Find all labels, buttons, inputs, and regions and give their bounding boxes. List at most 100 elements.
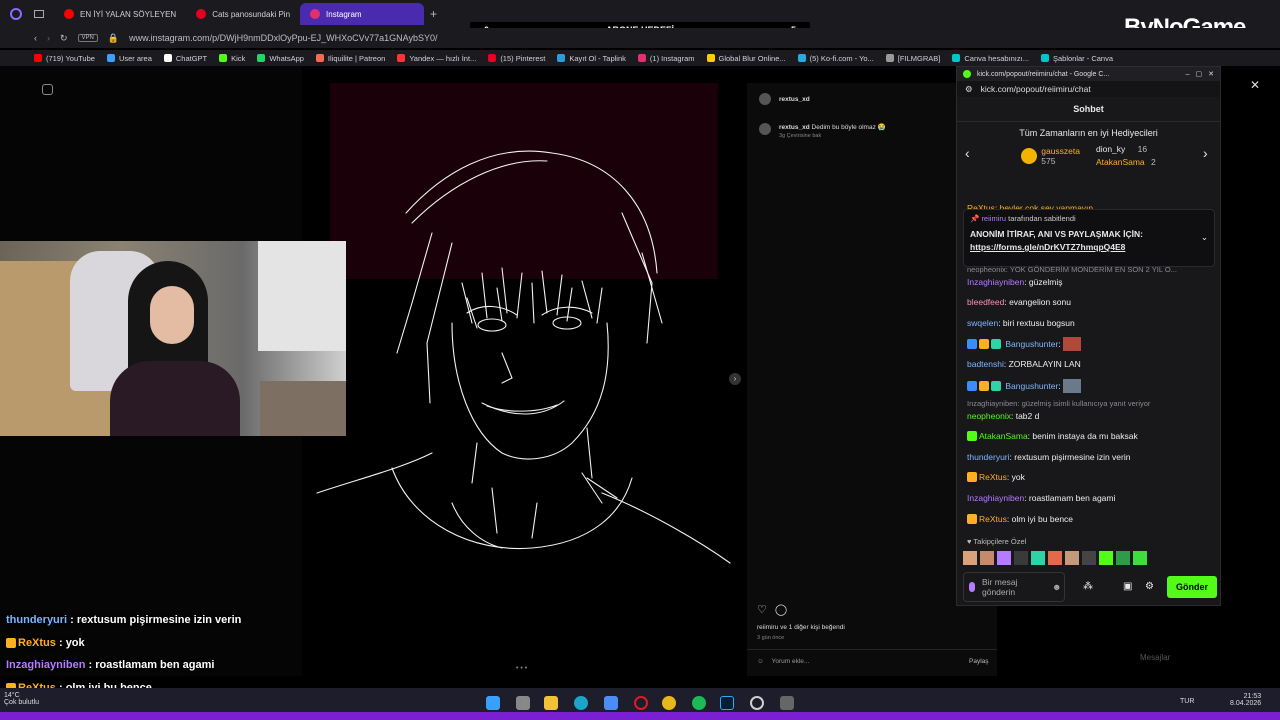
- emote-icon[interactable]: [1048, 551, 1062, 565]
- bookmark-item[interactable]: Iliquilite | Patreon: [315, 54, 385, 63]
- bookmark-item[interactable]: Kick: [219, 54, 245, 63]
- windows-start-icon[interactable]: [486, 696, 500, 710]
- forward-icon[interactable]: ›: [47, 33, 50, 43]
- emote-icon[interactable]: [980, 551, 994, 565]
- edge-icon[interactable]: [574, 696, 588, 710]
- post-username[interactable]: rextus_xd: [779, 96, 810, 103]
- maximize-icon[interactable]: ▢: [1196, 70, 1203, 78]
- bookmark-item[interactable]: (719) YouTube: [34, 54, 95, 63]
- gifter-first[interactable]: gausszeta 575: [1021, 144, 1080, 167]
- bookmark-item[interactable]: Yandex — hızlı İnt...: [397, 54, 476, 63]
- bookmark-item[interactable]: Şablonlar - Canva: [1040, 54, 1113, 63]
- webcam-window: [258, 241, 346, 351]
- comment-box: ☺ Yorum ekle...: [757, 658, 809, 665]
- pinned-message[interactable]: 📌 reiimiru tarafından sabitlendi ANONİM …: [963, 209, 1215, 267]
- emote-icon[interactable]: [1133, 551, 1147, 565]
- avatar[interactable]: [759, 123, 771, 135]
- instagram-logo-icon[interactable]: [42, 84, 53, 95]
- bookmark-item[interactable]: (1) Instagram: [637, 54, 695, 63]
- tab-youtube[interactable]: EN İYİ YALAN SÖYLEYEN: [54, 3, 186, 25]
- gifter-third[interactable]: AtakanSama 2: [1096, 157, 1156, 167]
- emote-icon[interactable]: [1065, 551, 1079, 565]
- browser-icon[interactable]: [604, 696, 618, 710]
- comment-input[interactable]: Yorum ekle...: [772, 658, 810, 665]
- settings-icon[interactable]: ⚙: [1145, 581, 1154, 592]
- back-icon[interactable]: ‹: [34, 33, 37, 43]
- language-indicator[interactable]: TUR: [1180, 698, 1194, 705]
- bookmark-item[interactable]: Global Blur Online...: [706, 54, 786, 63]
- bookmark-item[interactable]: Kayıt Ol - Taplink: [557, 54, 626, 63]
- clock[interactable]: 21:53 8.04.2026: [1230, 693, 1261, 707]
- send-button[interactable]: Gönder: [1167, 576, 1217, 598]
- bookmark-item[interactable]: WhatsApp: [257, 54, 304, 63]
- pinned-link[interactable]: https://forms.gle/nDrKVTZ7hmqpQ4E8: [970, 242, 1208, 252]
- avatar[interactable]: [759, 93, 771, 105]
- emote-icon[interactable]: [1031, 551, 1045, 565]
- chat-message: badtenshi: ZORBALAYIN LAN: [967, 359, 1081, 369]
- likes-line: reiimiru ve 1 diğer kişi beğendi: [757, 624, 845, 631]
- spotify-icon[interactable]: [692, 696, 706, 710]
- caption-username[interactable]: rextus_xd: [779, 124, 810, 131]
- gift-badge-icon: [967, 431, 977, 441]
- obs-icon[interactable]: [750, 696, 764, 710]
- crown-badge-icon: [979, 381, 989, 391]
- translate-link[interactable]: Çevirisine bak: [787, 133, 822, 139]
- bookmark-item[interactable]: User area: [106, 54, 152, 63]
- emote-icon[interactable]: [1099, 551, 1113, 565]
- bookmark-item[interactable]: ChatGPT: [163, 54, 207, 63]
- points-icon[interactable]: ⁂: [1083, 581, 1093, 592]
- site-info-icon[interactable]: ⚙: [965, 84, 973, 95]
- task-view-icon[interactable]: [516, 696, 530, 710]
- tab-pinterest[interactable]: Cats panosundaki Pin: [186, 3, 300, 25]
- emote-icon[interactable]: [1014, 551, 1028, 565]
- next-arrow-icon[interactable]: ›: [1203, 145, 1208, 161]
- caption: rextus_xd Dedim bu böyle olmaz 😭 3g Çevi…: [759, 123, 886, 139]
- prev-arrow-icon[interactable]: ‹: [965, 145, 970, 161]
- weather-widget[interactable]: 14°C Çok bulutlu: [4, 692, 39, 706]
- microphone-icon[interactable]: [969, 582, 975, 592]
- webcam-desk-items: [260, 381, 346, 436]
- chevron-down-icon[interactable]: ⌄: [1201, 232, 1208, 243]
- bookmark-item[interactable]: (5) Ko-fi.com - Yo...: [797, 54, 874, 63]
- post-media[interactable]: › • • •: [302, 83, 746, 676]
- bookmark-item[interactable]: (15) Pinterest: [488, 54, 545, 63]
- emote-icon[interactable]: [1116, 551, 1130, 565]
- tab-instagram[interactable]: Instagram: [300, 3, 425, 25]
- messages-button[interactable]: Mesajlar: [1140, 653, 1170, 662]
- overlay-chat-line: ReXtus : yok: [6, 637, 85, 649]
- opera-icon[interactable]: [634, 696, 648, 710]
- emote-icon[interactable]: [997, 551, 1011, 565]
- heart-icon: ♥: [967, 537, 972, 546]
- gifter-second[interactable]: dion_ky 16: [1096, 144, 1156, 154]
- chat-message: ReXtus: yok: [967, 472, 1025, 482]
- bookmarks-bar: (719) YouTube User area ChatGPT Kick Wha…: [0, 50, 1280, 66]
- user-area-icon: [106, 54, 115, 62]
- emoji-picker-icon[interactable]: ☻: [1052, 582, 1061, 592]
- chrome-icon[interactable]: [662, 696, 676, 710]
- patreon-icon: [315, 54, 324, 62]
- tab-list-icon[interactable]: [34, 10, 44, 18]
- next-slide-button[interactable]: ›: [729, 373, 741, 385]
- close-icon[interactable]: ✕: [1208, 70, 1214, 78]
- minimize-icon[interactable]: –: [1186, 71, 1190, 78]
- close-post-icon[interactable]: ✕: [1250, 78, 1260, 92]
- vpn-badge[interactable]: VPN: [77, 34, 98, 42]
- emoji-icon[interactable]: ☺: [757, 658, 764, 665]
- url-field[interactable]: www.instagram.com/p/DWjH9nmDDxlOyPpu-EJ_…: [129, 33, 437, 43]
- comment-icon[interactable]: ◯: [775, 603, 787, 616]
- emote-icon[interactable]: [963, 551, 977, 565]
- bookmark-item[interactable]: [FILMGRAB]: [885, 54, 940, 63]
- share-button[interactable]: Paylaş: [969, 658, 989, 665]
- emote-icon[interactable]: [1082, 551, 1096, 565]
- chat-message-input[interactable]: Bir mesaj gönderin ☻: [963, 572, 1065, 602]
- like-icon[interactable]: ♡: [757, 603, 767, 616]
- file-explorer-icon[interactable]: [544, 696, 558, 710]
- photoshop-icon[interactable]: [720, 696, 734, 710]
- store-icon[interactable]: ▣: [1123, 581, 1132, 592]
- browser-logo-icon[interactable]: [10, 8, 22, 20]
- new-tab-button[interactable]: +: [430, 7, 437, 21]
- bookmark-item[interactable]: Canva hesabınızı...: [952, 54, 1029, 63]
- canva-icon: [952, 54, 961, 62]
- reload-icon[interactable]: ↻: [60, 33, 68, 44]
- app-icon[interactable]: [780, 696, 794, 710]
